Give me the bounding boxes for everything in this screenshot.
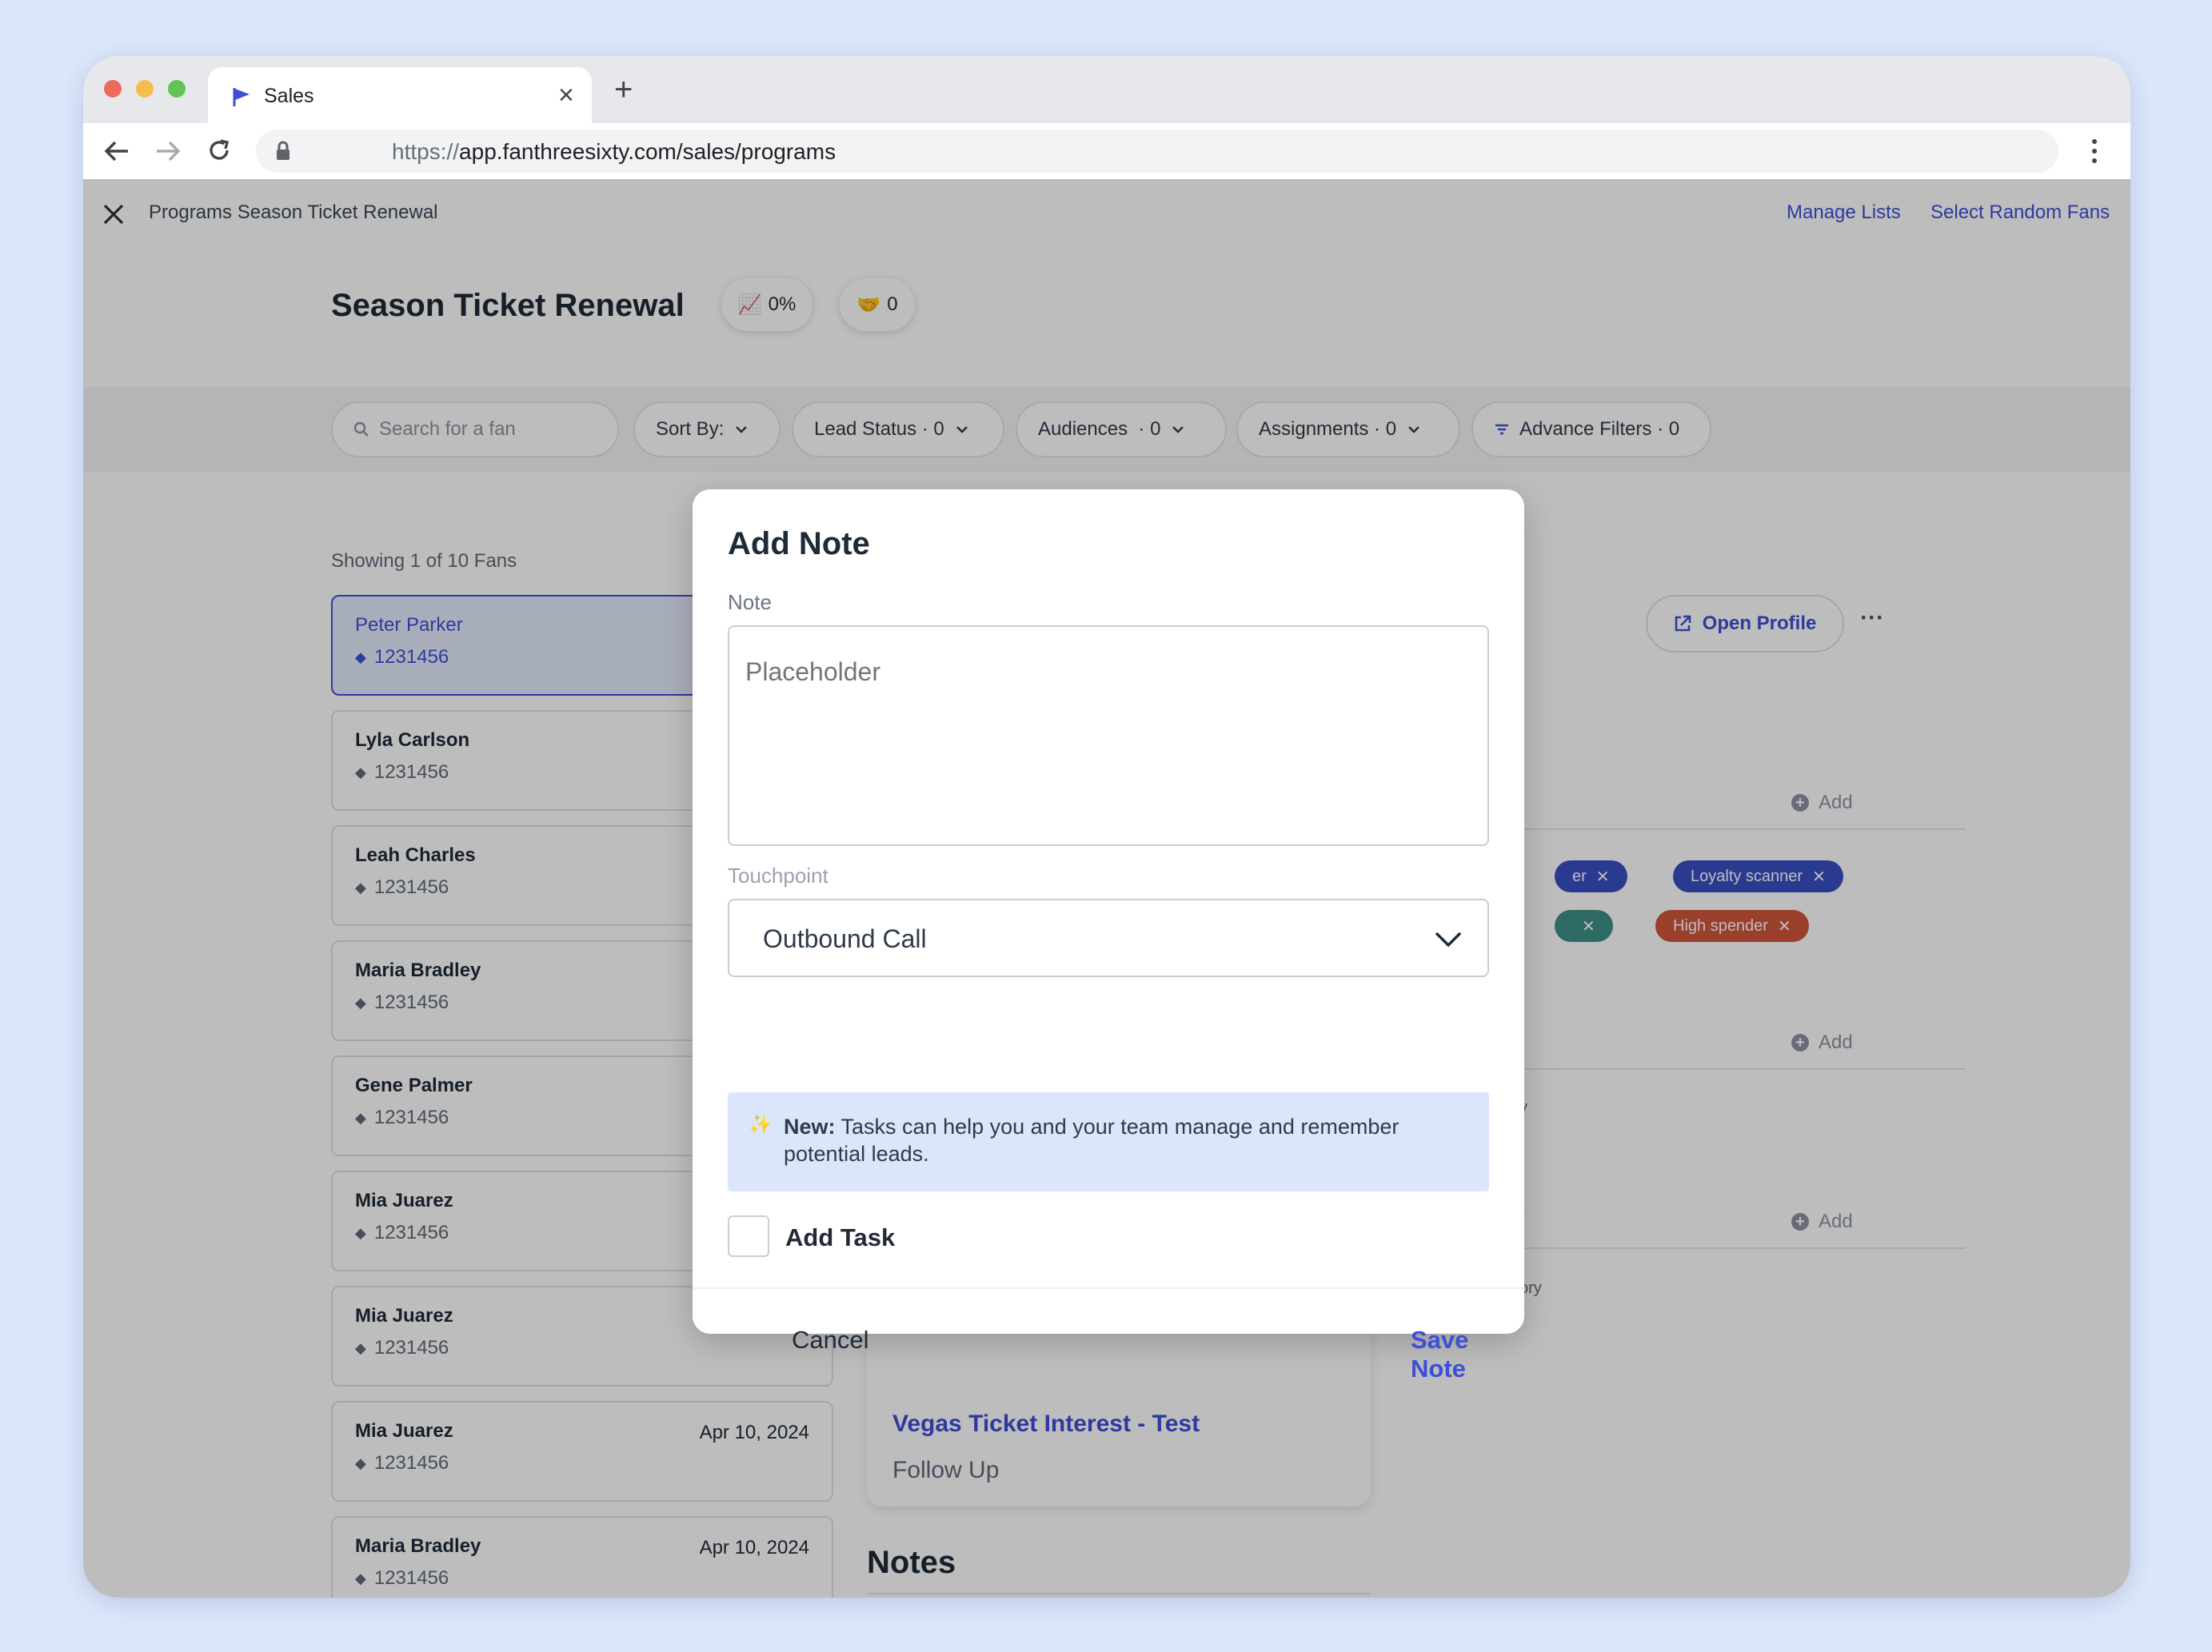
- modal-title: Add Note: [728, 526, 870, 561]
- forward-arrow-icon[interactable]: [155, 139, 181, 163]
- browser-chrome: Sales × + https://app.fanthreesixty.com/…: [83, 56, 2130, 179]
- flag-icon: [233, 88, 250, 106]
- sparkles-icon: ✨: [749, 1114, 773, 1135]
- close-window-button[interactable]: [104, 80, 122, 98]
- maximize-window-button[interactable]: [168, 80, 186, 98]
- lock-icon: [277, 141, 289, 160]
- back-arrow-icon[interactable]: [104, 139, 130, 163]
- reload-icon[interactable]: [206, 138, 232, 163]
- new-tab-button[interactable]: +: [614, 72, 633, 108]
- info-text: New: Tasks can help you and your team ma…: [784, 1115, 1399, 1166]
- minimize-window-button[interactable]: [136, 80, 154, 98]
- add-task-label[interactable]: Add Task: [785, 1223, 895, 1252]
- touchpoint-label: Touchpoint: [728, 864, 829, 888]
- info-banner: ✨ New: Tasks can help you and your team …: [728, 1092, 1489, 1191]
- url-field[interactable]: https://app.fanthreesixty.com/sales/prog…: [256, 130, 2058, 173]
- add-note-modal: Add Note Note Touchpoint Outbound Call ✨…: [693, 489, 1524, 1383]
- cancel-button[interactable]: Cancel: [792, 1326, 869, 1355]
- modal-footer-divider: [693, 1287, 1524, 1289]
- close-tab-icon[interactable]: ×: [558, 80, 574, 111]
- chevron-down-icon: [1435, 932, 1462, 948]
- browser-window: Sales × + https://app.fanthreesixty.com/…: [83, 56, 2130, 1598]
- touchpoint-select[interactable]: Outbound Call: [728, 899, 1489, 977]
- save-note-button[interactable]: Save Note: [1411, 1326, 1524, 1383]
- note-textarea[interactable]: [728, 625, 1489, 846]
- touchpoint-value: Outbound Call: [763, 924, 927, 953]
- url-text: https://app.fanthreesixty.com/sales/prog…: [392, 139, 836, 164]
- browser-tab[interactable]: Sales ×: [208, 67, 592, 125]
- tab-title: Sales: [264, 85, 314, 107]
- note-label: Note: [728, 590, 772, 614]
- address-bar-row: https://app.fanthreesixty.com/sales/prog…: [83, 123, 2130, 179]
- browser-menu-icon[interactable]: [2092, 139, 2098, 165]
- add-task-checkbox[interactable]: [728, 1215, 769, 1257]
